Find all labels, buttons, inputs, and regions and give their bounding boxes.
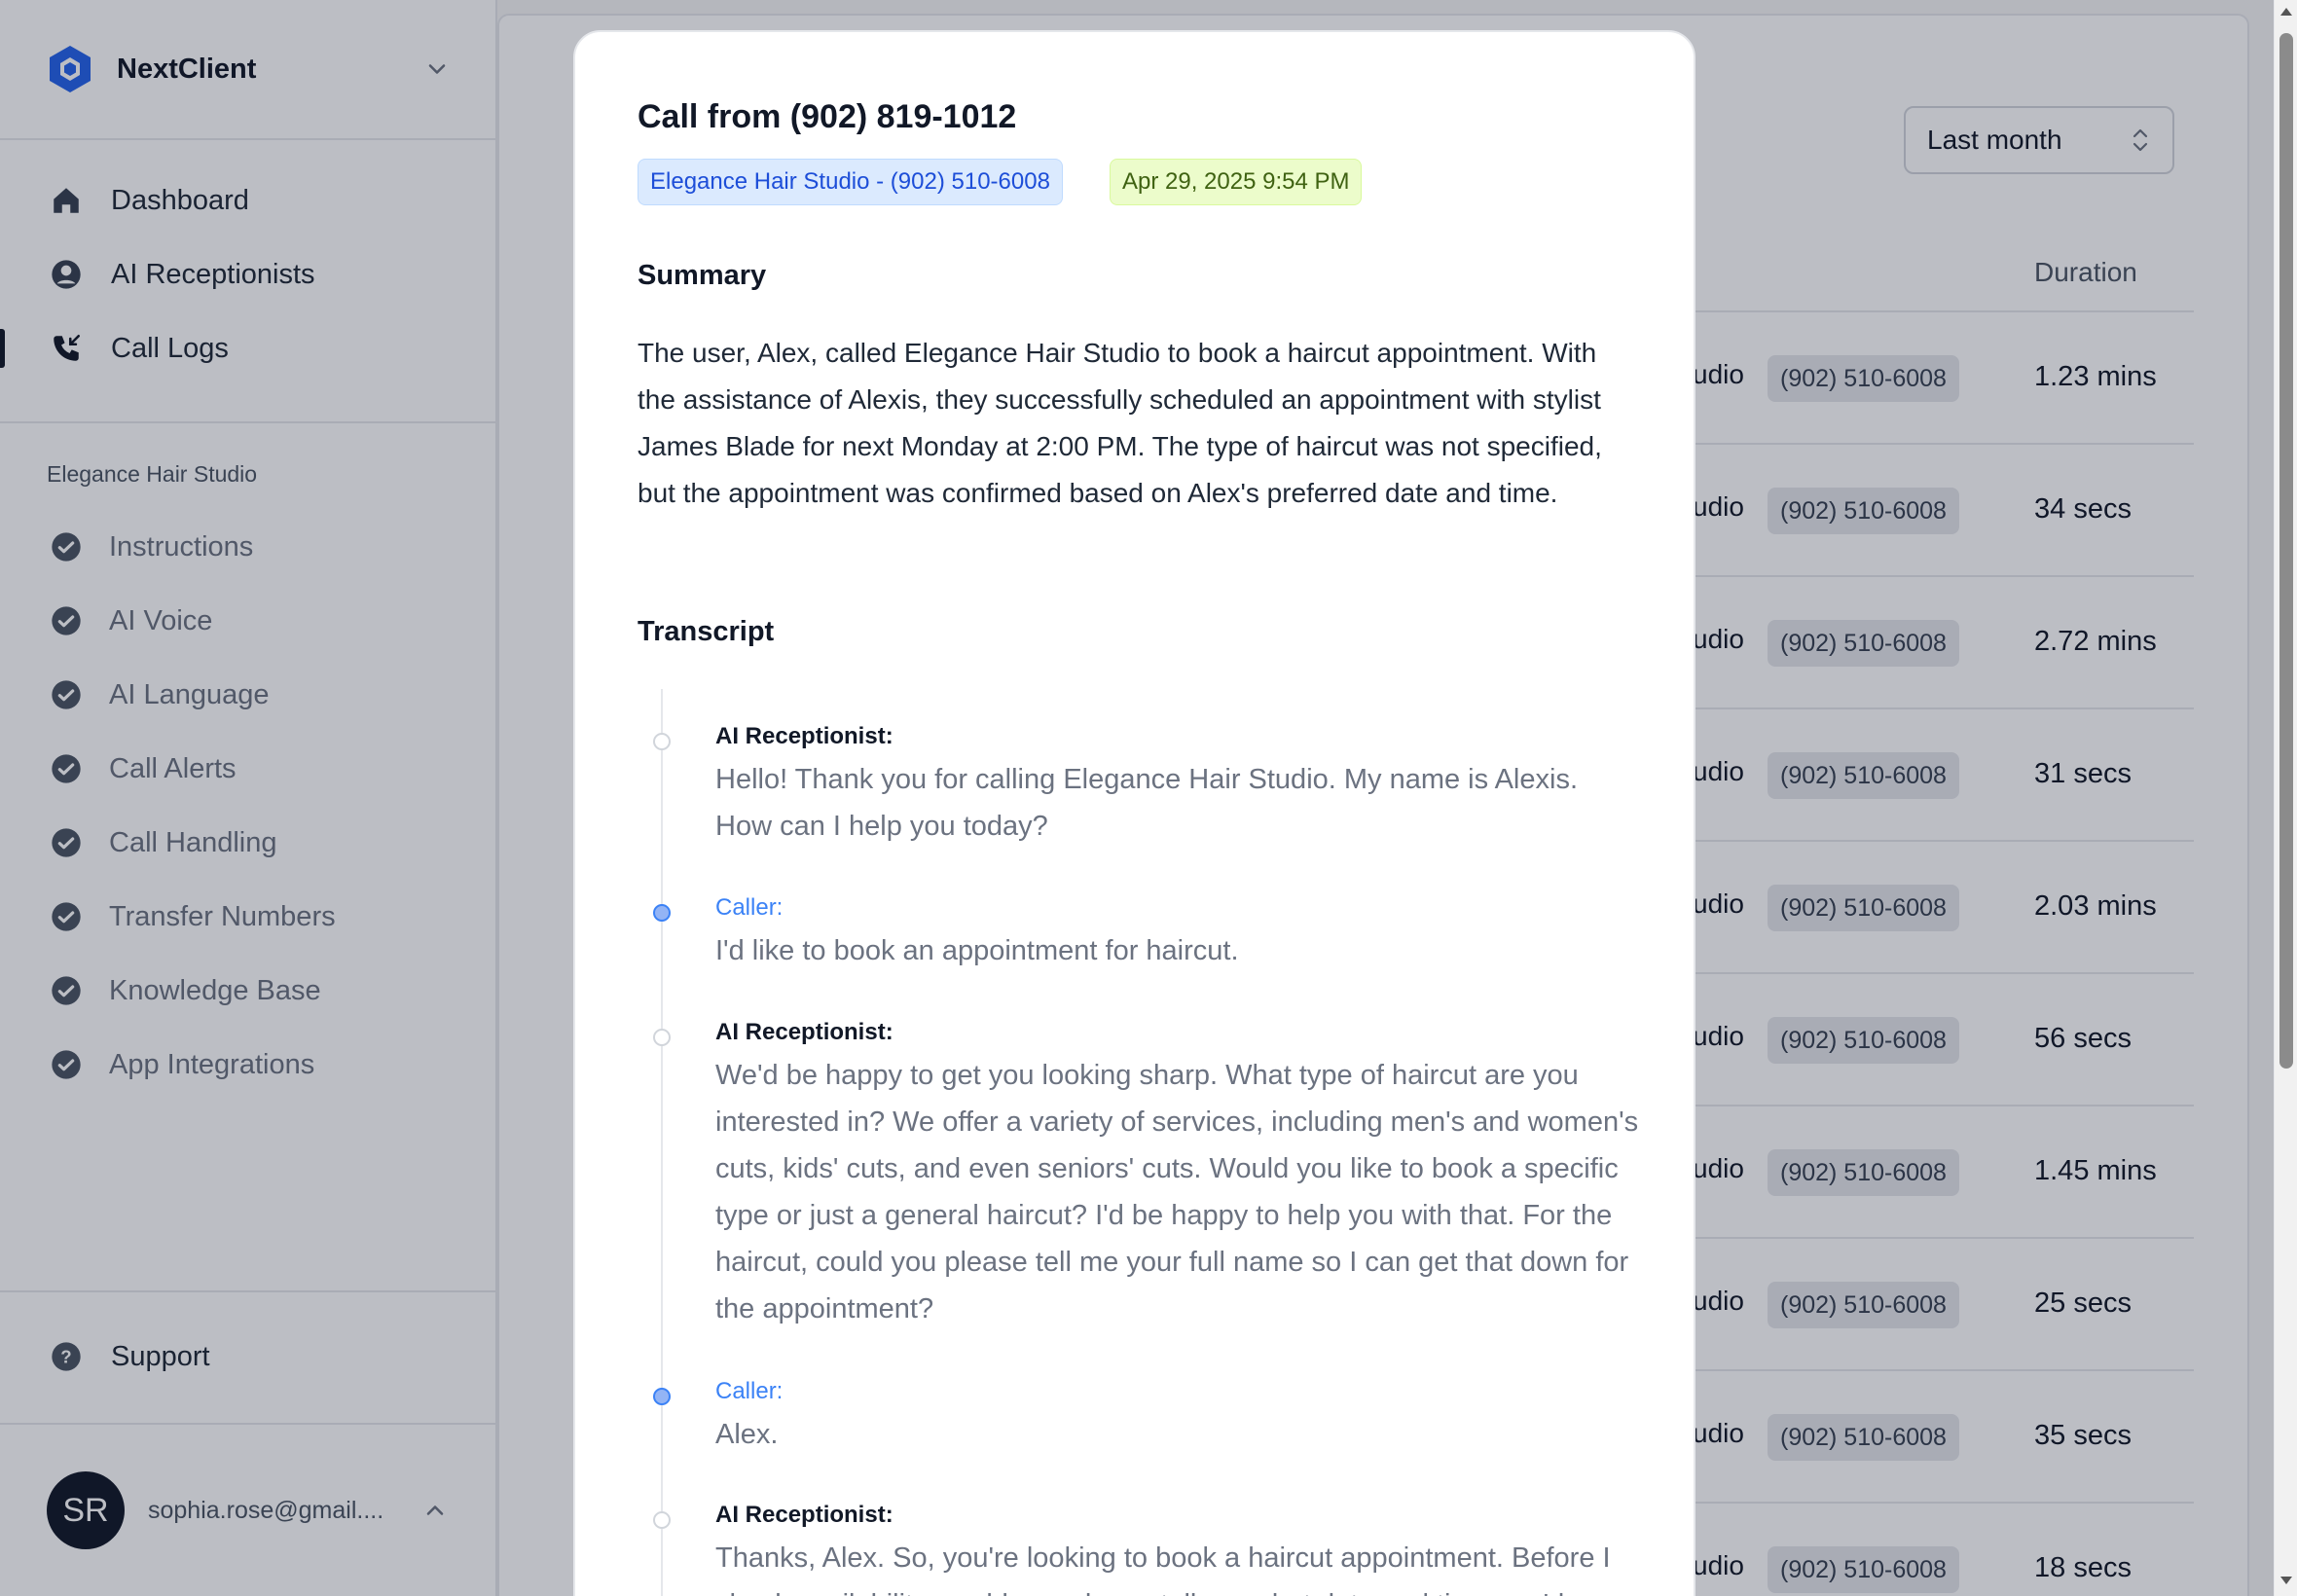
summary-text: The user, Alex, called Elegance Hair Stu… [638, 338, 1602, 508]
message-text: Thanks, Alex. So, you're looking to book… [715, 1542, 1611, 1596]
receptionist-badge: Elegance Hair Studio - (902) 510-6008 [638, 159, 1063, 205]
transcript-timeline [661, 689, 663, 1596]
timeline-dot [653, 1511, 671, 1529]
modal-title: Call from (902) 819-1012 [638, 98, 1017, 135]
message-text: Alex. [715, 1419, 779, 1450]
speaker-label: AI Receptionist: [715, 1502, 893, 1528]
page-scrollbar[interactable] [2274, 0, 2297, 1596]
message-text: I'd like to book an appointment for hair… [715, 935, 1239, 966]
timeline-dot [653, 733, 671, 750]
transcript-message: AI Receptionist: We'd be happy to get yo… [653, 1019, 1640, 1332]
transcript-message: AI Receptionist: Hello! Thank you for ca… [653, 723, 1640, 850]
summary-heading: Summary [638, 260, 767, 291]
speaker-label: AI Receptionist: [715, 723, 893, 749]
transcript-message: AI Receptionist: Thanks, Alex. So, you'r… [653, 1502, 1640, 1596]
call-detail-modal: Call from (902) 819-1012 Elegance Hair S… [573, 30, 1695, 1596]
speaker-label: AI Receptionist: [715, 1019, 893, 1045]
message-text: We'd be happy to get you looking sharp. … [715, 1060, 1639, 1324]
scroll-down-arrow-icon[interactable] [2280, 1577, 2292, 1584]
timeline-dot [653, 1029, 671, 1046]
transcript-heading: Transcript [638, 616, 775, 647]
transcript-message: Caller: I'd like to book an appointment … [653, 894, 1640, 974]
transcript-message: Caller: Alex. [653, 1378, 1640, 1458]
date-badge: Apr 29, 2025 9:54 PM [1110, 159, 1363, 205]
scroll-thumb[interactable] [2279, 33, 2293, 1069]
scroll-up-arrow-icon[interactable] [2280, 8, 2292, 16]
timeline-dot [653, 904, 671, 922]
speaker-label: Caller: [715, 894, 784, 921]
message-text: Hello! Thank you for calling Elegance Ha… [715, 764, 1579, 842]
timeline-dot [653, 1388, 671, 1405]
speaker-label: Caller: [715, 1378, 784, 1404]
